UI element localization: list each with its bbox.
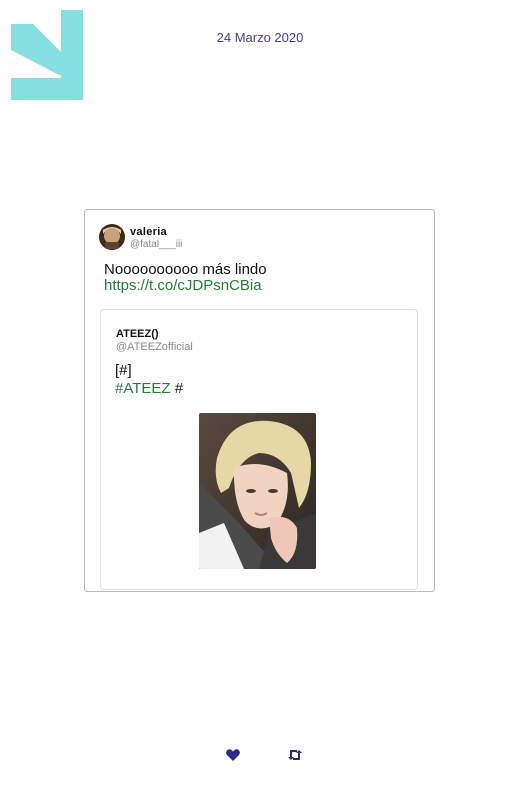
user-name[interactable]: valeria (130, 226, 167, 238)
tweet-text: Noooooooooo más lindo (104, 261, 267, 278)
avatar[interactable] (99, 224, 125, 250)
quoted-text-line: [#] (115, 362, 132, 379)
quoted-hashtag-line: #ATEEZ # (115, 380, 183, 397)
hashtag-link[interactable]: #ATEEZ (115, 380, 171, 397)
quoted-text-suffix: # (170, 380, 184, 397)
heart-icon[interactable] (225, 748, 241, 762)
post-date: 24 Marzo 2020 (216, 30, 304, 45)
quoted-user-name[interactable]: ATEEZ() (116, 328, 159, 340)
quoted-photo[interactable] (199, 413, 316, 569)
tweet-link[interactable]: https://t.co/cJDPsnCBia (104, 277, 262, 294)
user-handle[interactable]: @fatal___iii (130, 239, 182, 250)
retweet-icon[interactable] (287, 748, 303, 762)
tweet-card[interactable]: valeria @fatal___iii Noooooooooo más lin… (84, 209, 435, 592)
quoted-tweet[interactable]: ATEEZ() @ATEEZofficial [#] #ATEEZ # (100, 309, 418, 590)
quoted-user-handle[interactable]: @ATEEZofficial (116, 341, 193, 353)
logo (11, 10, 83, 100)
